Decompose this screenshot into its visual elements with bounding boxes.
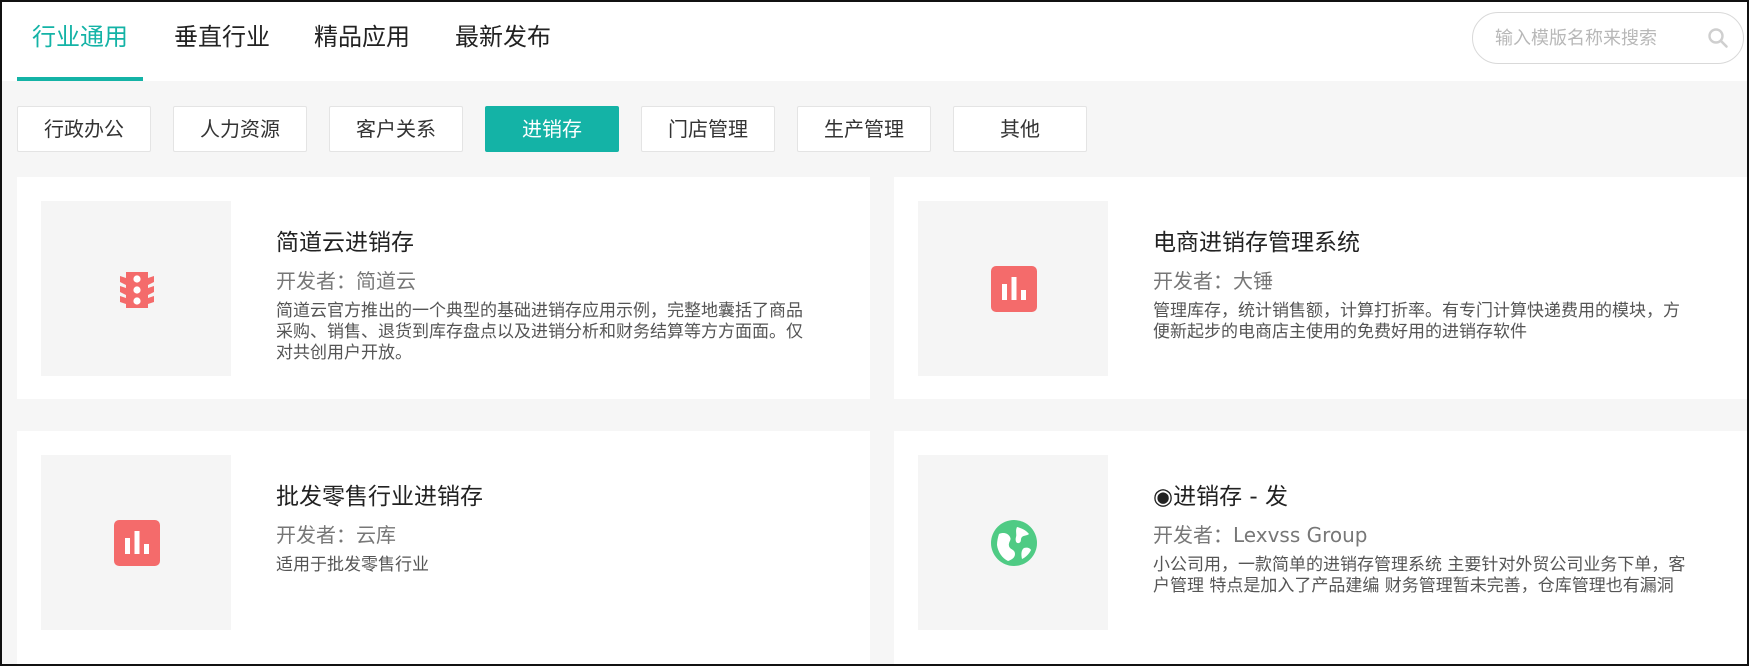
globe-icon xyxy=(991,520,1037,566)
tab-premium-apps[interactable]: 精品应用 xyxy=(314,2,410,81)
app-card[interactable]: 批发零售行业进销存 开发者：云库 适用于批发零售行业 xyxy=(17,431,870,664)
bar-chart-icon xyxy=(114,520,160,566)
app-title[interactable]: 电商进销存管理系统 xyxy=(1153,223,1360,257)
app-thumbnail xyxy=(41,201,231,376)
app-title[interactable]: 批发零售行业进销存 xyxy=(276,477,483,511)
traffic-light-icon xyxy=(120,272,154,308)
app-description: 适用于批发零售行业 xyxy=(276,555,429,575)
app-window: 行业通用 垂直行业 精品应用 最新发布 行政办公 人力资源 客户关系 进销存 门… xyxy=(0,0,1749,666)
tab-industry-general[interactable]: 行业通用 xyxy=(17,2,143,81)
app-title[interactable]: ◉进销存 - 发 xyxy=(1153,477,1288,511)
bar-chart-icon xyxy=(991,266,1037,312)
app-developer: 开发者：大锤 xyxy=(1153,269,1273,293)
app-thumbnail xyxy=(41,455,231,630)
top-tab-bar: 行业通用 垂直行业 精品应用 最新发布 xyxy=(2,2,1747,81)
app-developer: 开发者：Lexvss Group xyxy=(1153,523,1368,547)
app-description: 管理库存，统计销售额，计算打折率。有专门计算快递费用的模块，方便新起步的电商店主… xyxy=(1153,301,1680,342)
app-developer: 开发者：简道云 xyxy=(276,269,416,293)
search-icon[interactable] xyxy=(1707,27,1729,49)
category-admin-office[interactable]: 行政办公 xyxy=(17,106,151,152)
app-description: 小公司用，一款简单的进销存管理系统 主要针对外贸公司业务下单，客户管理 特点是加… xyxy=(1153,555,1686,596)
app-card[interactable]: 电商进销存管理系统 开发者：大锤 管理库存，统计销售额，计算打折率。有专门计算快… xyxy=(894,177,1747,399)
tab-latest-release[interactable]: 最新发布 xyxy=(455,2,551,81)
category-human-resources[interactable]: 人力资源 xyxy=(173,106,307,152)
category-customer-relations[interactable]: 客户关系 xyxy=(329,106,463,152)
category-inventory[interactable]: 进销存 xyxy=(485,106,619,152)
app-thumbnail xyxy=(918,455,1108,630)
app-title[interactable]: 简道云进销存 xyxy=(276,223,414,257)
search-input[interactable] xyxy=(1495,13,1695,63)
app-description: 简道云官方推出的一个典型的基础进销存应用示例，完整地囊括了商品采购、销售、退货到… xyxy=(276,301,803,363)
category-production-management[interactable]: 生产管理 xyxy=(797,106,931,152)
category-store-management[interactable]: 门店管理 xyxy=(641,106,775,152)
app-card[interactable]: ◉进销存 - 发 开发者：Lexvss Group 小公司用，一款简单的进销存管… xyxy=(894,431,1747,664)
app-card[interactable]: 简道云进销存 开发者：简道云 简道云官方推出的一个典型的基础进销存应用示例，完整… xyxy=(17,177,870,399)
tab-vertical-industry[interactable]: 垂直行业 xyxy=(174,2,270,81)
app-thumbnail xyxy=(918,201,1108,376)
app-developer: 开发者：云库 xyxy=(276,523,396,547)
category-other[interactable]: 其他 xyxy=(953,106,1087,152)
search-box xyxy=(1472,12,1744,64)
